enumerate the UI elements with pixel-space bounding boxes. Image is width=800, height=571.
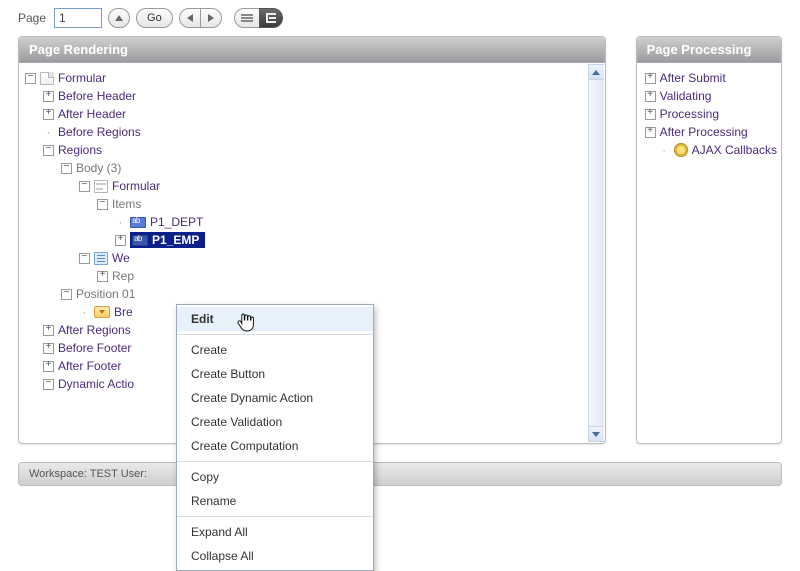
tree-node-before-footer[interactable]: Before Footer xyxy=(58,341,131,355)
vertical-scrollbar[interactable] xyxy=(588,64,604,442)
expand-toggle[interactable] xyxy=(61,289,72,300)
menu-create-button[interactable]: Create Button xyxy=(177,362,373,386)
expand-toggle[interactable] xyxy=(97,199,108,210)
item-icon xyxy=(132,235,148,246)
expand-toggle[interactable] xyxy=(645,91,656,102)
tree-node-processing[interactable]: Processing xyxy=(660,107,719,121)
expand-toggle[interactable] xyxy=(43,343,54,354)
report-icon xyxy=(94,252,108,265)
tree-node-body[interactable]: Body (3) xyxy=(76,161,121,175)
expand-toggle[interactable] xyxy=(79,253,90,264)
tree-node-position01[interactable]: Position 01 xyxy=(76,287,135,301)
page-processing-header: Page Processing xyxy=(637,37,781,63)
scroll-down-icon xyxy=(592,432,600,437)
component-view-button[interactable] xyxy=(234,8,260,28)
tree-leaf-guide: · xyxy=(43,125,54,139)
expand-toggle[interactable] xyxy=(645,73,656,84)
expand-toggle[interactable] xyxy=(43,91,54,102)
menu-copy[interactable]: Copy xyxy=(177,465,373,489)
tree-node-p1-emp-label: P1_EMP xyxy=(152,233,199,247)
tree-node-before-header[interactable]: Before Header xyxy=(58,89,136,103)
expand-toggle[interactable] xyxy=(79,181,90,192)
tree-node-formular[interactable]: Formular xyxy=(58,71,106,85)
item-icon xyxy=(130,217,146,228)
expand-toggle[interactable] xyxy=(645,127,656,138)
tree-node-before-regions[interactable]: Before Regions xyxy=(58,125,141,139)
go-button[interactable]: Go xyxy=(136,8,173,28)
chevron-left-icon xyxy=(187,14,193,22)
view-mode-group xyxy=(234,8,283,28)
tree-node-regions[interactable]: Regions xyxy=(58,143,102,157)
menu-rename[interactable]: Rename xyxy=(177,489,373,513)
tree-node-ajax-callbacks[interactable]: AJAX Callbacks xyxy=(692,143,777,157)
chevron-up-icon xyxy=(115,15,123,21)
tree-node-after-footer[interactable]: After Footer xyxy=(58,359,121,373)
expand-toggle[interactable] xyxy=(645,109,656,120)
tree-node-p1-dept[interactable]: P1_DEPT xyxy=(150,215,203,229)
scroll-up-icon xyxy=(592,70,600,75)
tree-leaf-guide: · xyxy=(659,143,670,157)
tree-node-p1-emp-selected[interactable]: P1_EMP xyxy=(130,232,205,248)
tree-leaf-guide: · xyxy=(79,305,90,319)
expand-toggle[interactable] xyxy=(25,73,36,84)
tree-node-bre[interactable]: Bre xyxy=(114,305,133,319)
tree-node-we[interactable]: We xyxy=(112,251,130,265)
tree-icon xyxy=(266,13,276,23)
tree-node-rep[interactable]: Rep xyxy=(112,269,134,283)
expand-toggle[interactable] xyxy=(43,145,54,156)
expand-toggle[interactable] xyxy=(43,379,54,390)
processing-tree[interactable]: After Submit Validating Processing After… xyxy=(637,63,781,165)
next-page-button[interactable] xyxy=(200,8,222,28)
item-context-menu[interactable]: Edit Create Create Button Create Dynamic… xyxy=(176,304,374,571)
chevron-right-icon xyxy=(208,14,214,22)
tree-view-button[interactable] xyxy=(259,8,283,28)
page-processing-panel: Page Processing After Submit Validating … xyxy=(636,36,782,444)
tree-node-after-header[interactable]: After Header xyxy=(58,107,126,121)
workspace-statusbar: Workspace: TEST User: xyxy=(18,462,782,486)
menu-create[interactable]: Create xyxy=(177,338,373,362)
expand-toggle[interactable] xyxy=(61,163,72,174)
menu-separator xyxy=(177,334,373,335)
tree-node-formular-region[interactable]: Formular xyxy=(112,179,160,193)
list-icon xyxy=(241,14,253,22)
form-icon xyxy=(94,180,108,193)
expand-toggle[interactable] xyxy=(115,235,126,246)
menu-create-dynamic-action[interactable]: Create Dynamic Action xyxy=(177,386,373,410)
page-number-input[interactable] xyxy=(54,8,102,28)
page-rendering-header: Page Rendering xyxy=(19,37,605,63)
tree-node-validating[interactable]: Validating xyxy=(660,89,712,103)
menu-edit[interactable]: Edit xyxy=(177,307,373,331)
prev-page-button[interactable] xyxy=(179,8,201,28)
menu-separator xyxy=(177,461,373,462)
tree-node-items[interactable]: Items xyxy=(112,197,141,211)
page-icon xyxy=(40,72,54,85)
page-up-button[interactable] xyxy=(108,8,130,28)
expand-toggle[interactable] xyxy=(43,109,54,120)
tree-node-after-regions[interactable]: After Regions xyxy=(58,323,131,337)
button-region-icon xyxy=(94,306,110,318)
page-toolbar: Page Go xyxy=(0,0,800,36)
expand-toggle[interactable] xyxy=(43,361,54,372)
page-nav-group xyxy=(179,8,222,28)
page-label: Page xyxy=(18,11,46,25)
tree-node-after-submit[interactable]: After Submit xyxy=(660,71,726,85)
tree-node-dynamic-actions[interactable]: Dynamic Actio xyxy=(58,377,134,391)
gear-icon xyxy=(674,143,688,157)
expand-toggle[interactable] xyxy=(97,271,108,282)
menu-expand-all[interactable]: Expand All xyxy=(177,520,373,544)
menu-collapse-all[interactable]: Collapse All xyxy=(177,544,373,568)
expand-toggle[interactable] xyxy=(43,325,54,336)
menu-create-computation[interactable]: Create Computation xyxy=(177,434,373,458)
menu-create-validation[interactable]: Create Validation xyxy=(177,410,373,434)
workspace-status-text: Workspace: TEST User: xyxy=(29,468,147,480)
menu-separator xyxy=(177,516,373,517)
tree-node-after-processing[interactable]: After Processing xyxy=(660,125,748,139)
tree-leaf-guide: · xyxy=(115,215,126,229)
